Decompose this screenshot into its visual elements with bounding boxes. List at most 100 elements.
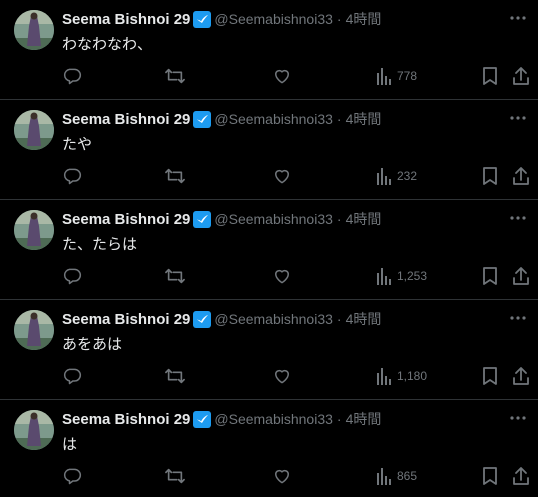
views-icon <box>376 67 392 85</box>
tweet-actions: 1,180 <box>62 366 530 386</box>
avatar[interactable] <box>14 210 54 250</box>
timestamp[interactable]: 4時間 <box>346 209 382 229</box>
more-icon[interactable] <box>508 8 528 28</box>
reply-icon <box>62 166 82 186</box>
user-handle[interactable]: @Seemabishnoi33 <box>214 411 333 427</box>
like-button[interactable] <box>272 166 292 186</box>
display-name[interactable]: Seema Bishnoi 29 <box>62 111 190 128</box>
share-icon <box>512 166 530 186</box>
reply-button[interactable] <box>62 66 82 86</box>
more-icon[interactable] <box>508 308 528 328</box>
retweet-icon <box>164 366 186 386</box>
tweet-header: Seema Bishnoi 29 @Seemabishnoi33 · 4時間 <box>62 9 498 29</box>
display-name[interactable]: Seema Bishnoi 29 <box>62 211 190 228</box>
views-icon <box>376 267 392 285</box>
user-handle[interactable]: @Seemabishnoi33 <box>214 11 333 27</box>
reply-icon <box>62 266 82 286</box>
timestamp[interactable]: 4時間 <box>346 109 382 129</box>
tweet-header: Seema Bishnoi 29 @Seemabishnoi33 · 4時間 <box>62 309 498 329</box>
bookmark-button[interactable] <box>482 266 498 286</box>
share-icon <box>512 366 530 386</box>
reply-button[interactable] <box>62 266 82 286</box>
tweet-text: あをあは <box>62 335 123 353</box>
retweet-icon <box>164 266 186 286</box>
share-icon <box>512 66 530 86</box>
like-icon <box>272 166 292 186</box>
share-button[interactable] <box>512 466 530 486</box>
tweet-card[interactable]: Seema Bishnoi 29 @Seemabishnoi33 · 4時間 あ… <box>0 300 538 400</box>
retweet-button[interactable] <box>164 166 186 186</box>
timestamp[interactable]: 4時間 <box>346 409 382 429</box>
tweet-text: わなわなわ、 <box>62 35 153 53</box>
view-count: 778 <box>397 69 418 83</box>
share-button[interactable] <box>512 66 530 86</box>
retweet-button[interactable] <box>164 466 186 486</box>
share-button[interactable] <box>512 166 530 186</box>
separator-dot: · <box>336 411 342 427</box>
verified-badge-icon <box>193 10 212 28</box>
bookmark-button[interactable] <box>482 466 498 486</box>
verified-badge-icon <box>193 310 212 328</box>
view-count: 1,180 <box>397 369 428 383</box>
like-button[interactable] <box>272 466 292 486</box>
separator-dot: · <box>336 11 342 27</box>
share-icon <box>512 266 530 286</box>
reply-icon <box>62 66 82 86</box>
share-icon <box>512 466 530 486</box>
views-button[interactable]: 1,180 <box>376 366 427 386</box>
like-button[interactable] <box>272 266 292 286</box>
retweet-icon <box>164 166 186 186</box>
avatar[interactable] <box>14 410 54 450</box>
views-button[interactable]: 232 <box>376 166 417 186</box>
reply-icon <box>62 466 82 486</box>
view-count: 232 <box>397 169 418 183</box>
tweet-card[interactable]: Seema Bishnoi 29 @Seemabishnoi33 · 4時間 た… <box>0 200 538 300</box>
tweet-card[interactable]: Seema Bishnoi 29 @Seemabishnoi33 · 4時間 は <box>0 400 538 497</box>
reply-button[interactable] <box>62 166 82 186</box>
timestamp[interactable]: 4時間 <box>346 309 382 329</box>
display-name[interactable]: Seema Bishnoi 29 <box>62 11 190 28</box>
tweet-card[interactable]: Seema Bishnoi 29 @Seemabishnoi33 · 4時間 た… <box>0 100 538 200</box>
tweet-actions: 865 <box>62 466 530 486</box>
avatar[interactable] <box>14 110 54 150</box>
views-icon <box>376 167 392 185</box>
avatar[interactable] <box>14 310 54 350</box>
views-button[interactable]: 1,253 <box>376 266 427 286</box>
bookmark-button[interactable] <box>482 366 498 386</box>
views-button[interactable]: 865 <box>376 466 417 486</box>
reply-button[interactable] <box>62 466 82 486</box>
more-icon[interactable] <box>508 208 528 228</box>
tweet-header: Seema Bishnoi 29 @Seemabishnoi33 · 4時間 <box>62 209 498 229</box>
display-name[interactable]: Seema Bishnoi 29 <box>62 311 190 328</box>
user-handle[interactable]: @Seemabishnoi33 <box>214 311 333 327</box>
avatar[interactable] <box>14 10 54 50</box>
like-button[interactable] <box>272 66 292 86</box>
view-count: 1,253 <box>397 269 428 283</box>
share-button[interactable] <box>512 366 530 386</box>
reply-icon <box>62 366 82 386</box>
share-button[interactable] <box>512 266 530 286</box>
retweet-button[interactable] <box>164 66 186 86</box>
reply-button[interactable] <box>62 366 82 386</box>
user-handle[interactable]: @Seemabishnoi33 <box>214 211 333 227</box>
more-icon[interactable] <box>508 408 528 428</box>
like-icon <box>272 266 292 286</box>
more-icon[interactable] <box>508 108 528 128</box>
timestamp[interactable]: 4時間 <box>346 9 382 29</box>
tweet-actions: 1,253 <box>62 266 530 286</box>
bookmark-button[interactable] <box>482 166 498 186</box>
verified-badge-icon <box>193 110 212 128</box>
tweet-text: た、たらは <box>62 235 138 253</box>
retweet-button[interactable] <box>164 366 186 386</box>
like-icon <box>272 66 292 86</box>
separator-dot: · <box>336 311 342 327</box>
user-handle[interactable]: @Seemabishnoi33 <box>214 111 333 127</box>
display-name[interactable]: Seema Bishnoi 29 <box>62 411 190 428</box>
bookmark-button[interactable] <box>482 66 498 86</box>
bookmark-icon <box>482 466 498 486</box>
like-button[interactable] <box>272 366 292 386</box>
tweet-card[interactable]: Seema Bishnoi 29 @Seemabishnoi33 · 4時間 わ… <box>0 0 538 100</box>
tweet-header: Seema Bishnoi 29 @Seemabishnoi33 · 4時間 <box>62 109 498 129</box>
retweet-button[interactable] <box>164 266 186 286</box>
views-button[interactable]: 778 <box>376 66 417 86</box>
